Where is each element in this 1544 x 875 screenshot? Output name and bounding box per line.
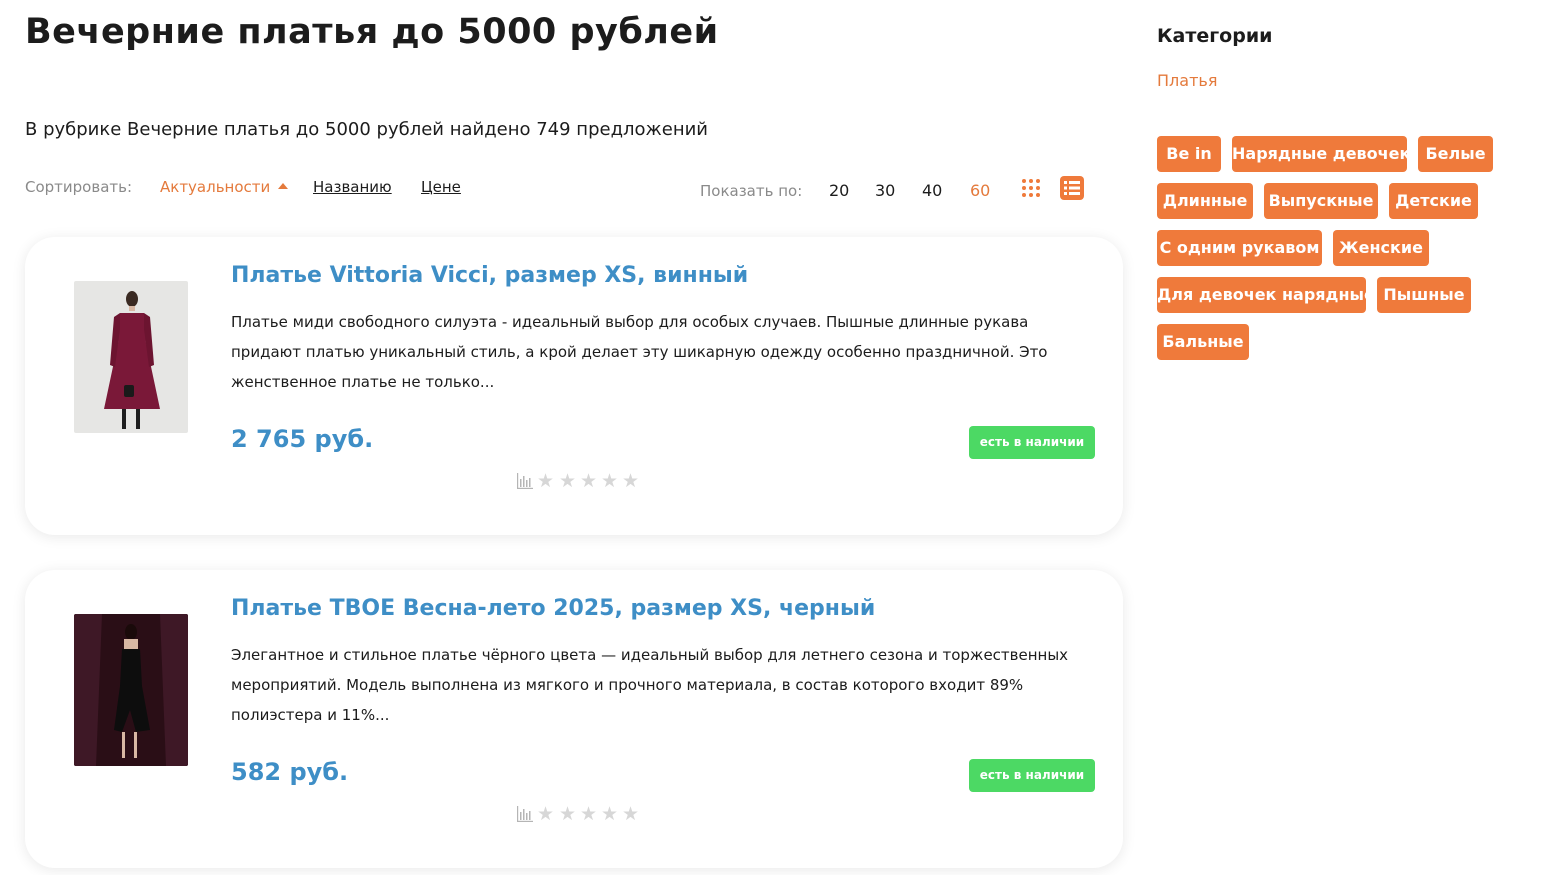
tag-button[interactable]: Женские bbox=[1333, 230, 1429, 266]
tag-button[interactable]: Нарядные девочек bbox=[1232, 136, 1410, 172]
star-icon[interactable]: ★ bbox=[537, 471, 554, 491]
category-link-dresses[interactable]: Платья bbox=[1157, 71, 1217, 90]
in-stock-badge: есть в наличии bbox=[969, 759, 1095, 792]
product-price: 2 765 руб. bbox=[231, 425, 374, 453]
product-description: Элегантное и стильное платье чёрного цве… bbox=[231, 646, 1069, 724]
sort-option-relevance[interactable]: Актуальности bbox=[160, 178, 288, 196]
tag-button[interactable]: Бальные bbox=[1157, 324, 1249, 360]
sort-option-name[interactable]: Названию bbox=[313, 178, 392, 196]
tag-button[interactable]: Пышные bbox=[1377, 277, 1471, 313]
star-icon[interactable]: ★ bbox=[559, 471, 576, 491]
sort-option-price[interactable]: Цене bbox=[421, 178, 461, 196]
product-image[interactable] bbox=[74, 614, 188, 766]
sort-toolbar: Сортировать: Актуальности Названию Цене … bbox=[25, 176, 1115, 206]
sort-label: Сортировать: bbox=[25, 178, 133, 196]
product-description: Платье миди свободного силуэта - идеальн… bbox=[231, 313, 1048, 391]
grid-dots-icon[interactable] bbox=[1021, 178, 1041, 198]
product-card: Платье ТВОЕ Весна-лето 2025, размер XS, … bbox=[25, 570, 1123, 868]
product-image[interactable] bbox=[74, 281, 188, 433]
per-page-30[interactable]: 30 bbox=[875, 181, 895, 200]
main-content: Вечерние платья до 5000 рублей В рубрике… bbox=[0, 0, 1140, 875]
bar-chart-icon[interactable] bbox=[517, 473, 533, 489]
tag-button[interactable]: Белые bbox=[1418, 136, 1493, 172]
in-stock-badge: есть в наличии bbox=[969, 426, 1095, 459]
tag-button[interactable]: С одним рукавом bbox=[1157, 230, 1322, 266]
star-icon[interactable]: ★ bbox=[601, 471, 618, 491]
page-title: Вечерние платья до 5000 рублей bbox=[25, 12, 719, 52]
star-icon[interactable]: ★ bbox=[537, 804, 554, 824]
per-page-40[interactable]: 40 bbox=[922, 181, 942, 200]
tag-button[interactable]: Для девочек нарядные bbox=[1157, 277, 1375, 313]
star-icon[interactable]: ★ bbox=[559, 804, 576, 824]
tag-button[interactable]: Be in bbox=[1157, 136, 1221, 172]
tag-button[interactable]: Выпускные bbox=[1264, 183, 1378, 219]
per-page-20[interactable]: 20 bbox=[829, 181, 849, 200]
product-title-link[interactable]: Платье ТВОЕ Весна-лето 2025, размер XS, … bbox=[231, 596, 875, 621]
product-card: Платье Vittoria Vicci, размер XS, винный… bbox=[25, 237, 1123, 535]
results-count-text: В рубрике Вечерние платья до 5000 рублей… bbox=[25, 119, 708, 140]
tag-button[interactable]: Детские bbox=[1389, 183, 1478, 219]
product-title-link[interactable]: Платье Vittoria Vicci, размер XS, винный bbox=[231, 263, 748, 288]
star-icon[interactable]: ★ bbox=[622, 804, 639, 824]
star-icon[interactable]: ★ bbox=[580, 804, 597, 824]
product-price: 582 руб. bbox=[231, 758, 349, 786]
bar-chart-icon[interactable] bbox=[517, 806, 533, 822]
tag-button[interactable]: Длинные bbox=[1157, 183, 1253, 219]
sidebar-title: Категории bbox=[1157, 25, 1273, 47]
star-icon[interactable]: ★ bbox=[580, 471, 597, 491]
per-page-label: Показать по: bbox=[700, 182, 803, 200]
list-icon[interactable] bbox=[1060, 176, 1084, 200]
star-icon[interactable]: ★ bbox=[601, 804, 618, 824]
per-page-60[interactable]: 60 bbox=[970, 181, 990, 200]
star-icon[interactable]: ★ bbox=[622, 471, 639, 491]
